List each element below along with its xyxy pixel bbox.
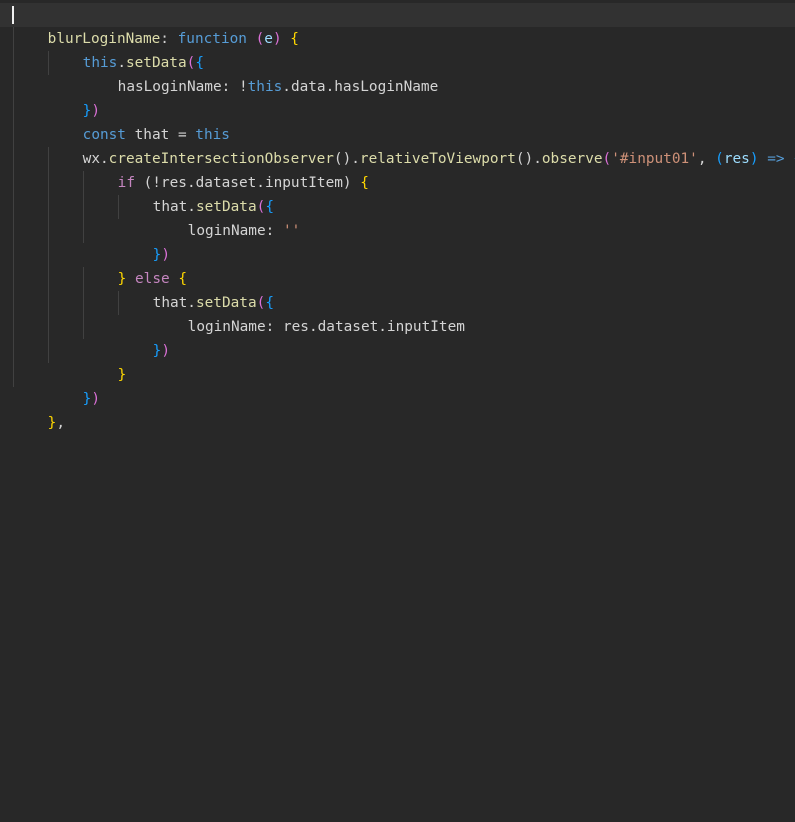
text-cursor [12, 6, 14, 24]
token-bracket: ) [161, 343, 170, 359]
code-line[interactable]: }) [48, 75, 100, 119]
token-bracket: { [290, 31, 299, 47]
token-bracket: ) [91, 391, 100, 407]
code-line[interactable]: loginName: '' [153, 195, 301, 239]
indent-guide [13, 27, 14, 387]
token: : [265, 223, 283, 239]
token-property: hasLoginName [117, 79, 222, 95]
code-line[interactable]: }) [118, 315, 170, 359]
code-line[interactable]: if (!res.dataset.inputItem) { [83, 147, 369, 191]
token-keyword: this [247, 79, 283, 95]
token: , [697, 151, 716, 167]
code-line[interactable]: }, [13, 387, 65, 431]
code-line[interactable]: that.setData({ [118, 267, 274, 311]
token-string: '' [282, 223, 301, 239]
code-line[interactable]: const that = this [48, 99, 230, 143]
token: : ! [221, 79, 248, 95]
code-line[interactable]: that.setData({ [118, 171, 274, 215]
token-property: loginName [187, 319, 266, 335]
token-bracket: { [360, 175, 369, 191]
token-bracket: ( [715, 151, 724, 167]
token: : res.dataset.inputItem [265, 319, 465, 335]
token-arrow: => [767, 151, 785, 167]
code-line[interactable]: loginName: res.dataset.inputItem [153, 291, 465, 335]
code-editor[interactable]: blurLoginName: function (e) { this.setDa… [0, 0, 795, 431]
code-line[interactable]: blurLoginName: function (e) { [13, 3, 299, 47]
code-line[interactable]: }) [118, 219, 170, 263]
token-function: relativeToViewport [359, 151, 516, 167]
token-param: res [723, 151, 750, 167]
token-function: observe [541, 151, 603, 167]
token-bracket: } [117, 367, 127, 383]
token-property: loginName [187, 223, 266, 239]
token-bracket: } [47, 415, 57, 431]
code-line[interactable]: this.setData({ [48, 27, 204, 71]
token: (). [515, 151, 542, 167]
token-bracket: ) [272, 31, 282, 47]
token: .data.hasLoginName [282, 79, 439, 95]
code-line[interactable]: wx.createIntersectionObserver().relative… [48, 123, 795, 167]
code-line[interactable]: hasLoginName: !this.data.hasLoginName [83, 51, 439, 95]
code-line[interactable]: } else { [83, 243, 187, 287]
token-bracket: ) [749, 151, 759, 167]
token-param: e [264, 31, 273, 47]
token-bracket: ( [255, 31, 265, 47]
token-string: '#input01' [611, 151, 698, 167]
code-line[interactable]: } [83, 339, 127, 383]
token-bracket: ( [602, 151, 612, 167]
token: , [56, 415, 65, 431]
code-line[interactable]: }) [48, 363, 100, 407]
